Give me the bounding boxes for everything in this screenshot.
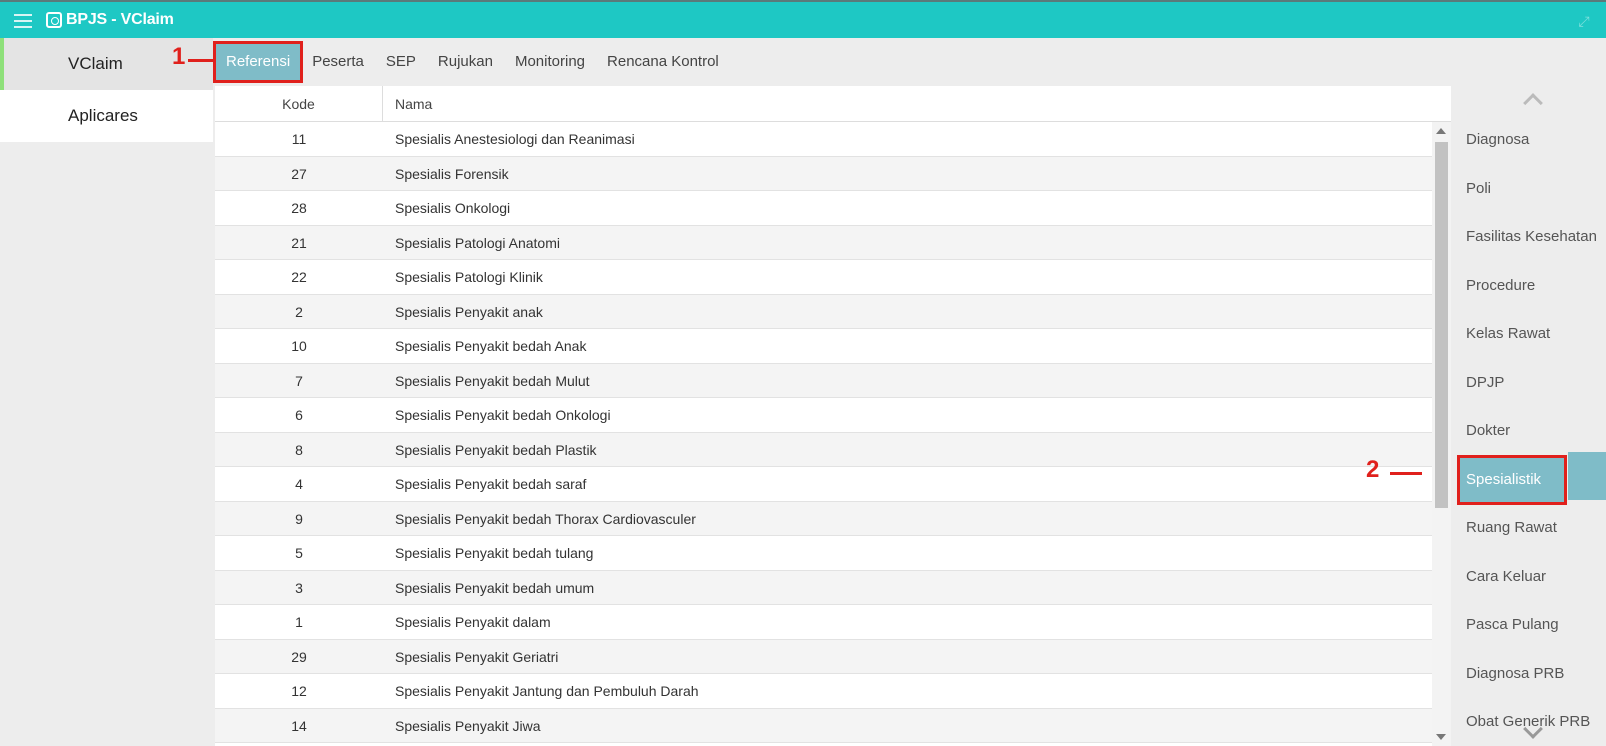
cell-kode: 8 <box>295 441 303 458</box>
tab-rencana-kontrol[interactable]: Rencana Kontrol <box>596 43 730 81</box>
cell-kode: 4 <box>295 476 303 492</box>
table-row[interactable]: 29 Spesialis Penyakit Geriatri <box>215 639 1432 674</box>
scroll-down-arrow-icon[interactable] <box>1436 734 1446 740</box>
submenu-item-dpjp[interactable]: DPJP <box>1458 359 1606 408</box>
resize-icon[interactable]: ⤢ <box>1576 13 1592 29</box>
tab-referensi[interactable]: Referensi <box>212 41 304 83</box>
table-row[interactable]: 28 Spesialis Onkologi <box>215 191 1432 226</box>
cell-kode: 29 <box>291 648 307 665</box>
submenu-item-spesialistik[interactable]: Spesialistik <box>1457 454 1567 505</box>
cell-nama: Spesialis Forensik <box>395 165 509 182</box>
table-row[interactable]: 22 Spesialis Patologi Klinik <box>215 260 1432 295</box>
table-row[interactable]: 12 Spesialis Penyakit Jantung dan Pembulu… <box>215 674 1432 709</box>
table-row[interactable]: 27 Spesialis Forensik <box>215 156 1432 191</box>
cell-nama: Spesialis Penyakit bedah tulang <box>395 545 594 561</box>
submenu-item-fasilitas-kesehatan[interactable]: Fasilitas Kesehatan <box>1458 213 1606 262</box>
submenu-item-cara-keluar[interactable]: Cara Keluar <box>1458 553 1606 602</box>
cell-nama: Spesialis Penyakit bedah Mulut <box>395 372 590 389</box>
submenu-active-highlight <box>1568 452 1606 500</box>
cell-nama: Spesialis Penyakit bedah Anak <box>395 338 587 354</box>
table-row[interactable]: 5 Spesialis Penyakit bedah tulang <box>215 536 1432 571</box>
table-row[interactable]: 14 Spesialis Penyakit Jiwa <box>215 708 1432 743</box>
cell-kode: 10 <box>291 338 307 354</box>
cell-kode: 28 <box>291 200 307 216</box>
cell-kode: 22 <box>291 269 307 285</box>
cell-kode: 5 <box>295 545 303 561</box>
sidebar-item-label: Aplicares <box>68 106 138 125</box>
cell-kode: 9 <box>295 510 303 527</box>
cell-kode: 21 <box>291 234 307 251</box>
chevron-up-icon[interactable] <box>1523 93 1543 113</box>
scroll-thumb[interactable] <box>1435 142 1448 508</box>
table-body: 11 Spesialis Anestesiologi dan Reanimasi 2… <box>215 122 1432 746</box>
table-row[interactable]: 21 Spesialis Patologi Anatomi <box>215 225 1432 260</box>
table-row[interactable]: 6 Spesialis Penyakit bedah Onkologi <box>215 398 1432 433</box>
referensi-submenu: Diagnosa Poli Fasilitas Kesehatan Procedure… <box>1457 86 1606 746</box>
table-row[interactable]: 1 Spesialis Penyakit dalam <box>215 605 1432 640</box>
cell-kode: 14 <box>291 717 307 734</box>
cell-kode: 2 <box>295 303 303 320</box>
cell-kode: 3 <box>295 579 303 596</box>
table-header: Kode Nama <box>215 86 1451 122</box>
cell-nama: Spesialis Penyakit Jantung dan Pembuluh … <box>395 683 699 699</box>
submenu-item-kelas-rawat[interactable]: Kelas Rawat <box>1458 310 1606 359</box>
cell-nama: Spesialis Penyakit Jiwa <box>395 717 541 734</box>
scroll-up-arrow-icon[interactable] <box>1436 128 1446 134</box>
cell-nama: Spesialis Penyakit Geriatri <box>395 648 559 665</box>
cell-kode: 11 <box>291 131 307 147</box>
table-row[interactable]: 9 Spesialis Penyakit bedah Thorax Cardiov… <box>215 501 1432 536</box>
referensi-table: Kode Nama 11 Spesialis Anestesiologi dan … <box>215 86 1451 746</box>
annotation-number-2: 2 <box>1366 456 1380 483</box>
cell-nama: Spesialis Patologi Anatomi <box>395 234 560 251</box>
submenu-item-diagnosa-prb[interactable]: Diagnosa PRB <box>1458 650 1606 699</box>
table-row[interactable]: 8 Spesialis Penyakit bedah Plastik <box>215 432 1432 467</box>
table-row[interactable]: 4 Spesialis Penyakit bedah saraf <box>215 467 1432 502</box>
cell-nama: Spesialis Penyakit anak <box>395 303 543 320</box>
cell-kode: 1 <box>295 614 303 630</box>
cell-kode: 7 <box>295 372 303 389</box>
cell-nama: Spesialis Penyakit bedah Onkologi <box>395 407 611 423</box>
annotation-line-1 <box>188 59 213 62</box>
annotation-line-2 <box>1390 472 1422 475</box>
submenu-item-pasca-pulang[interactable]: Pasca Pulang <box>1458 601 1606 650</box>
cell-nama: Spesialis Penyakit bedah saraf <box>395 476 587 492</box>
app-title: BPJS - VClaim <box>66 11 174 28</box>
tab-sep[interactable]: SEP <box>375 43 427 81</box>
column-header-nama[interactable]: Nama <box>383 86 1451 121</box>
annotation-number-1: 1 <box>172 43 186 70</box>
bpjs-logo-icon <box>46 12 62 28</box>
submenu-item-diagnosa[interactable]: Diagnosa <box>1458 116 1606 165</box>
hamburger-menu-icon[interactable] <box>14 14 32 28</box>
column-header-kode[interactable]: Kode <box>215 86 383 121</box>
cell-nama: Spesialis Anestesiologi dan Reanimasi <box>395 131 635 147</box>
submenu-item-procedure[interactable]: Procedure <box>1458 262 1606 311</box>
submenu-item-ruang-rawat[interactable]: Ruang Rawat <box>1458 504 1606 553</box>
cell-nama: Spesialis Penyakit bedah Plastik <box>395 441 597 458</box>
cell-kode: 27 <box>291 165 307 182</box>
main-tabs: Referensi Peserta SEP Rujukan Monitoring… <box>212 38 730 86</box>
cell-nama: Spesialis Patologi Klinik <box>395 269 543 285</box>
cell-nama: Spesialis Penyakit dalam <box>395 614 551 630</box>
submenu-item-dokter[interactable]: Dokter <box>1458 407 1606 456</box>
cell-nama: Spesialis Penyakit bedah umum <box>395 579 595 596</box>
tab-peserta[interactable]: Peserta <box>301 43 375 81</box>
table-row[interactable]: 11 Spesialis Anestesiologi dan Reanimasi <box>215 122 1432 157</box>
title-bar: BPJS - VClaim ⤢ <box>0 0 1606 38</box>
cell-nama: Spesialis Penyakit bedah Thorax Cardiova… <box>395 510 696 527</box>
submenu-item-poli[interactable]: Poli <box>1458 165 1606 214</box>
submenu-list: Diagnosa Poli Fasilitas Kesehatan Procedure… <box>1457 116 1606 746</box>
sidebar-item-aplicares[interactable]: Aplicares <box>0 90 213 142</box>
cell-kode: 12 <box>291 683 307 699</box>
table-row[interactable]: 10 Spesialis Penyakit bedah Anak <box>215 329 1432 364</box>
tab-rujukan[interactable]: Rujukan <box>427 43 504 81</box>
sidebar-item-label: VClaim <box>68 54 123 73</box>
table-row[interactable]: 3 Spesialis Penyakit bedah umum <box>215 570 1432 605</box>
sidebar: VClaim Aplicares <box>0 38 213 746</box>
table-row[interactable]: 2 Spesialis Penyakit anak <box>215 294 1432 329</box>
table-row[interactable]: 7 Spesialis Penyakit bedah Mulut <box>215 363 1432 398</box>
table-scrollbar[interactable] <box>1432 122 1451 746</box>
cell-kode: 6 <box>295 407 303 423</box>
cell-nama: Spesialis Onkologi <box>395 200 511 216</box>
tab-monitoring[interactable]: Monitoring <box>504 43 596 81</box>
